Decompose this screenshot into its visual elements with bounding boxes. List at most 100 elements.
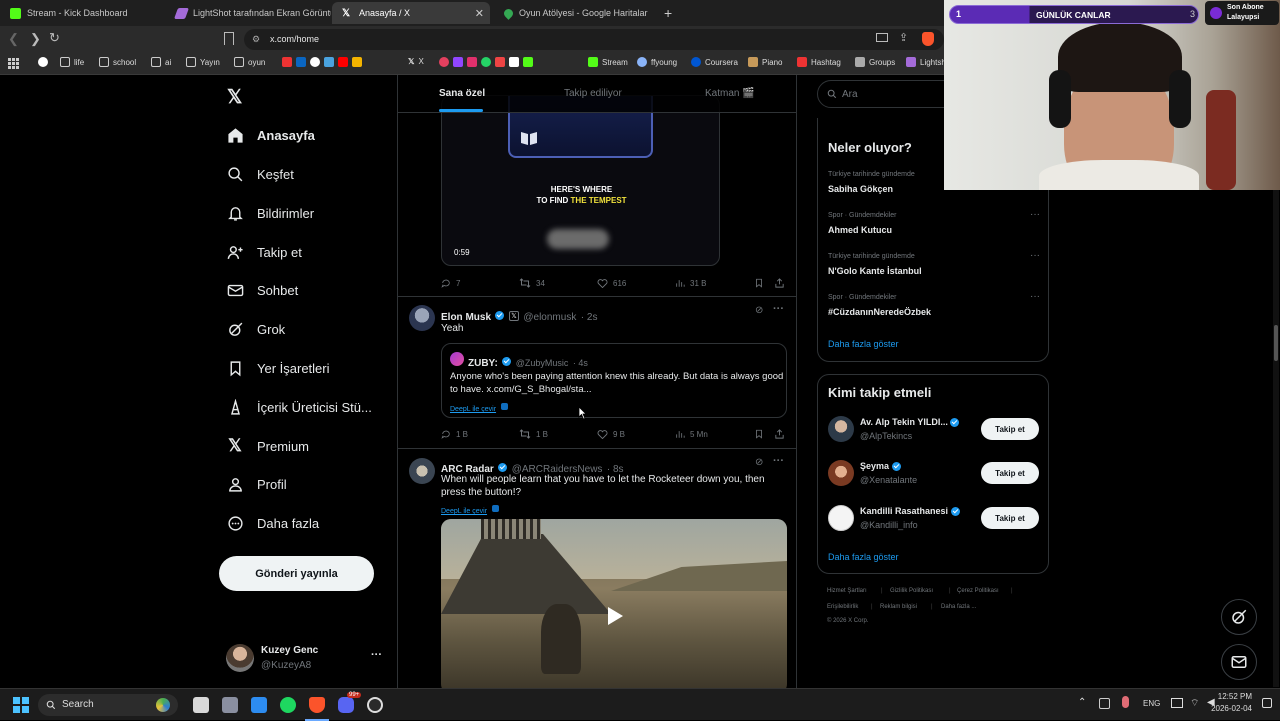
windows-start-icon[interactable] — [13, 697, 29, 713]
bookmark-piano[interactable]: Piano — [748, 57, 782, 67]
quoted-tweet[interactable]: ZUBY: @ZubyMusic · 4s Anyone who's been … — [441, 343, 787, 418]
discord-icon[interactable] — [338, 697, 354, 713]
grok-float-button[interactable] — [1221, 599, 1257, 635]
nav-follow[interactable]: Takip et — [226, 237, 302, 267]
share-icon[interactable] — [774, 427, 785, 445]
microphone-icon[interactable] — [1122, 696, 1129, 708]
more-dots-icon[interactable]: ··· — [371, 649, 382, 661]
display-icon[interactable] — [1171, 698, 1183, 708]
follow-button[interactable]: Takip et — [981, 418, 1039, 440]
tab-x-home[interactable]: 𝕏 Anasayfa / X ✕ — [332, 2, 490, 24]
task-view-icon[interactable] — [193, 697, 209, 713]
bookmark-icon[interactable] — [754, 427, 764, 445]
bookmark-folder-life[interactable]: life — [60, 57, 84, 67]
trend-item[interactable]: Spor · Gündemdekiler #CüzdanınNeredeÖzbe… — [818, 291, 1050, 331]
nav-chat[interactable]: Sohbet — [226, 275, 298, 305]
bookmark-hashtag[interactable]: Hashtag — [797, 57, 841, 67]
tray-app-icon[interactable] — [1099, 698, 1110, 709]
reload-icon[interactable]: ↻ — [49, 30, 60, 46]
nav-bookmarks[interactable]: Yer İşaretleri — [226, 353, 330, 383]
play-icon[interactable] — [603, 605, 625, 627]
app-icon[interactable] — [222, 697, 238, 713]
tab-following[interactable]: Takip ediliyor — [564, 88, 622, 99]
nav-more[interactable]: Daha fazla — [226, 508, 319, 538]
tray-chevron-icon[interactable]: ⌃ — [1078, 697, 1086, 708]
more-dots-icon[interactable]: ··· — [773, 455, 784, 467]
messages-float-button[interactable] — [1221, 644, 1257, 680]
taskbar-search[interactable]: Search — [38, 694, 178, 716]
more-dots-icon[interactable]: ··· — [1030, 209, 1040, 220]
bookmark-lightshot[interactable]: Lightsh — [906, 57, 946, 67]
show-more-link[interactable]: Daha fazla göster — [828, 552, 899, 562]
like-action[interactable]: 9 B — [597, 429, 625, 439]
translate-link[interactable]: DeepL ile çevir — [450, 398, 508, 416]
show-more-link[interactable]: Daha fazla göster — [828, 339, 899, 349]
account-switcher[interactable]: Kuzey Genc @KuzeyA8 ··· — [220, 640, 390, 680]
bookmark-ffyoung[interactable]: ffyoung — [637, 57, 677, 67]
bookmark-stream[interactable]: Stream — [588, 57, 628, 67]
notification-center-icon[interactable] — [1262, 698, 1272, 708]
avatar[interactable] — [409, 305, 435, 331]
bookmark-folder-school[interactable]: school — [99, 57, 136, 67]
reply-action[interactable]: 7 — [441, 278, 460, 288]
follow-button[interactable]: Takip et — [981, 507, 1039, 529]
nav-premium[interactable]: 𝕏 Premium — [226, 431, 309, 461]
translate-link[interactable]: DeepL ile çevir — [441, 500, 499, 518]
nav-grok[interactable]: Grok — [226, 314, 285, 344]
close-tab-icon[interactable]: ✕ — [475, 7, 484, 20]
tab-kick-dashboard[interactable]: Stream - Kick Dashboard — [0, 2, 166, 24]
tab-google-maps[interactable]: Oyun Atölyesi - Google Haritalar — [494, 2, 658, 24]
bookmark-icon[interactable] — [754, 276, 764, 294]
tab-layer[interactable]: Katman 🎬 — [705, 88, 755, 99]
back-icon[interactable]: ❮ — [8, 31, 19, 47]
avatar[interactable] — [409, 458, 435, 484]
brave-shield-icon[interactable] — [922, 32, 934, 46]
brave-icon[interactable] — [309, 697, 325, 713]
follow-suggestion[interactable]: Kandilli Rasathanesi @Kandilli_info Taki… — [818, 500, 1050, 536]
video-player[interactable]: HERE'S WHERE TO FIND THE TEMPEST 0:59 — [441, 95, 720, 266]
follow-button[interactable]: Takip et — [981, 462, 1039, 484]
apps-grid-icon[interactable] — [8, 58, 19, 69]
nav-notifications[interactable]: Bildirimler — [226, 198, 314, 228]
nav-creator-studio[interactable]: İçerik Üreticisi Stü... — [226, 392, 372, 422]
tab-for-you[interactable]: Sana özel — [439, 88, 485, 99]
more-dots-icon[interactable]: ··· — [1030, 291, 1040, 302]
bookmark-folder-ai[interactable]: ai — [151, 57, 171, 67]
trend-item[interactable]: Türkiye tarihinde gündemde N'Golo Kante … — [818, 250, 1050, 290]
file-explorer-icon[interactable] — [251, 697, 267, 713]
tab-lightshot[interactable]: LightShot tarafından Ekran Görüntüs — [166, 2, 332, 24]
new-tab-icon[interactable]: + — [664, 5, 672, 21]
like-action[interactable]: 616 — [597, 278, 626, 288]
bookmark-coursera[interactable]: Coursera — [691, 57, 738, 67]
cast-icon[interactable] — [876, 33, 888, 42]
x-logo-icon[interactable]: 𝕏 — [227, 86, 242, 109]
bookmark-folder-oyun[interactable]: oyun — [234, 57, 265, 67]
grok-analyze-icon[interactable]: ⊘ — [755, 457, 763, 468]
views-action[interactable]: 31 B — [675, 278, 706, 288]
post-button[interactable]: Gönderi yayınla — [219, 556, 374, 591]
url-field[interactable]: ⚙ x.com/home — [244, 29, 944, 50]
bookmark-groups[interactable]: Groups — [855, 57, 895, 67]
site-info-icon[interactable]: ⚙ — [252, 29, 260, 50]
bookmark-folder-yayin[interactable]: Yayın — [186, 57, 220, 67]
follow-suggestion[interactable]: Av. Alp Tekin YILDI... @AlpTekincs Takip… — [818, 411, 1050, 447]
nav-profile[interactable]: Profil — [226, 469, 287, 499]
scrollbar-thumb[interactable] — [1274, 325, 1278, 361]
repost-action[interactable]: 34 — [519, 278, 545, 288]
share-icon[interactable] — [774, 276, 785, 294]
more-dots-icon[interactable]: ··· — [1030, 250, 1040, 261]
forward-icon[interactable]: ❯ — [30, 31, 41, 47]
follow-suggestion[interactable]: Şeyma @Xenatalante Takip et — [818, 455, 1050, 491]
trend-item[interactable]: Spor · Gündemdekiler Ahmed Kutucu ··· — [818, 209, 1050, 249]
wifi-icon[interactable]: ⌔ — [1190, 697, 1199, 710]
views-action[interactable]: 5 Mn — [675, 429, 708, 439]
bookmark-x[interactable]: 𝕏X — [408, 57, 424, 66]
bookmark-google[interactable] — [38, 57, 52, 67]
more-dots-icon[interactable]: ··· — [773, 303, 784, 315]
grok-analyze-icon[interactable]: ⊘ — [755, 305, 763, 316]
bookmark-misc-icons[interactable] — [282, 57, 366, 67]
obs-icon[interactable] — [367, 697, 383, 713]
video-player[interactable] — [441, 519, 787, 688]
reply-action[interactable]: 1 B — [441, 429, 468, 439]
repost-action[interactable]: 1 B — [519, 429, 548, 439]
